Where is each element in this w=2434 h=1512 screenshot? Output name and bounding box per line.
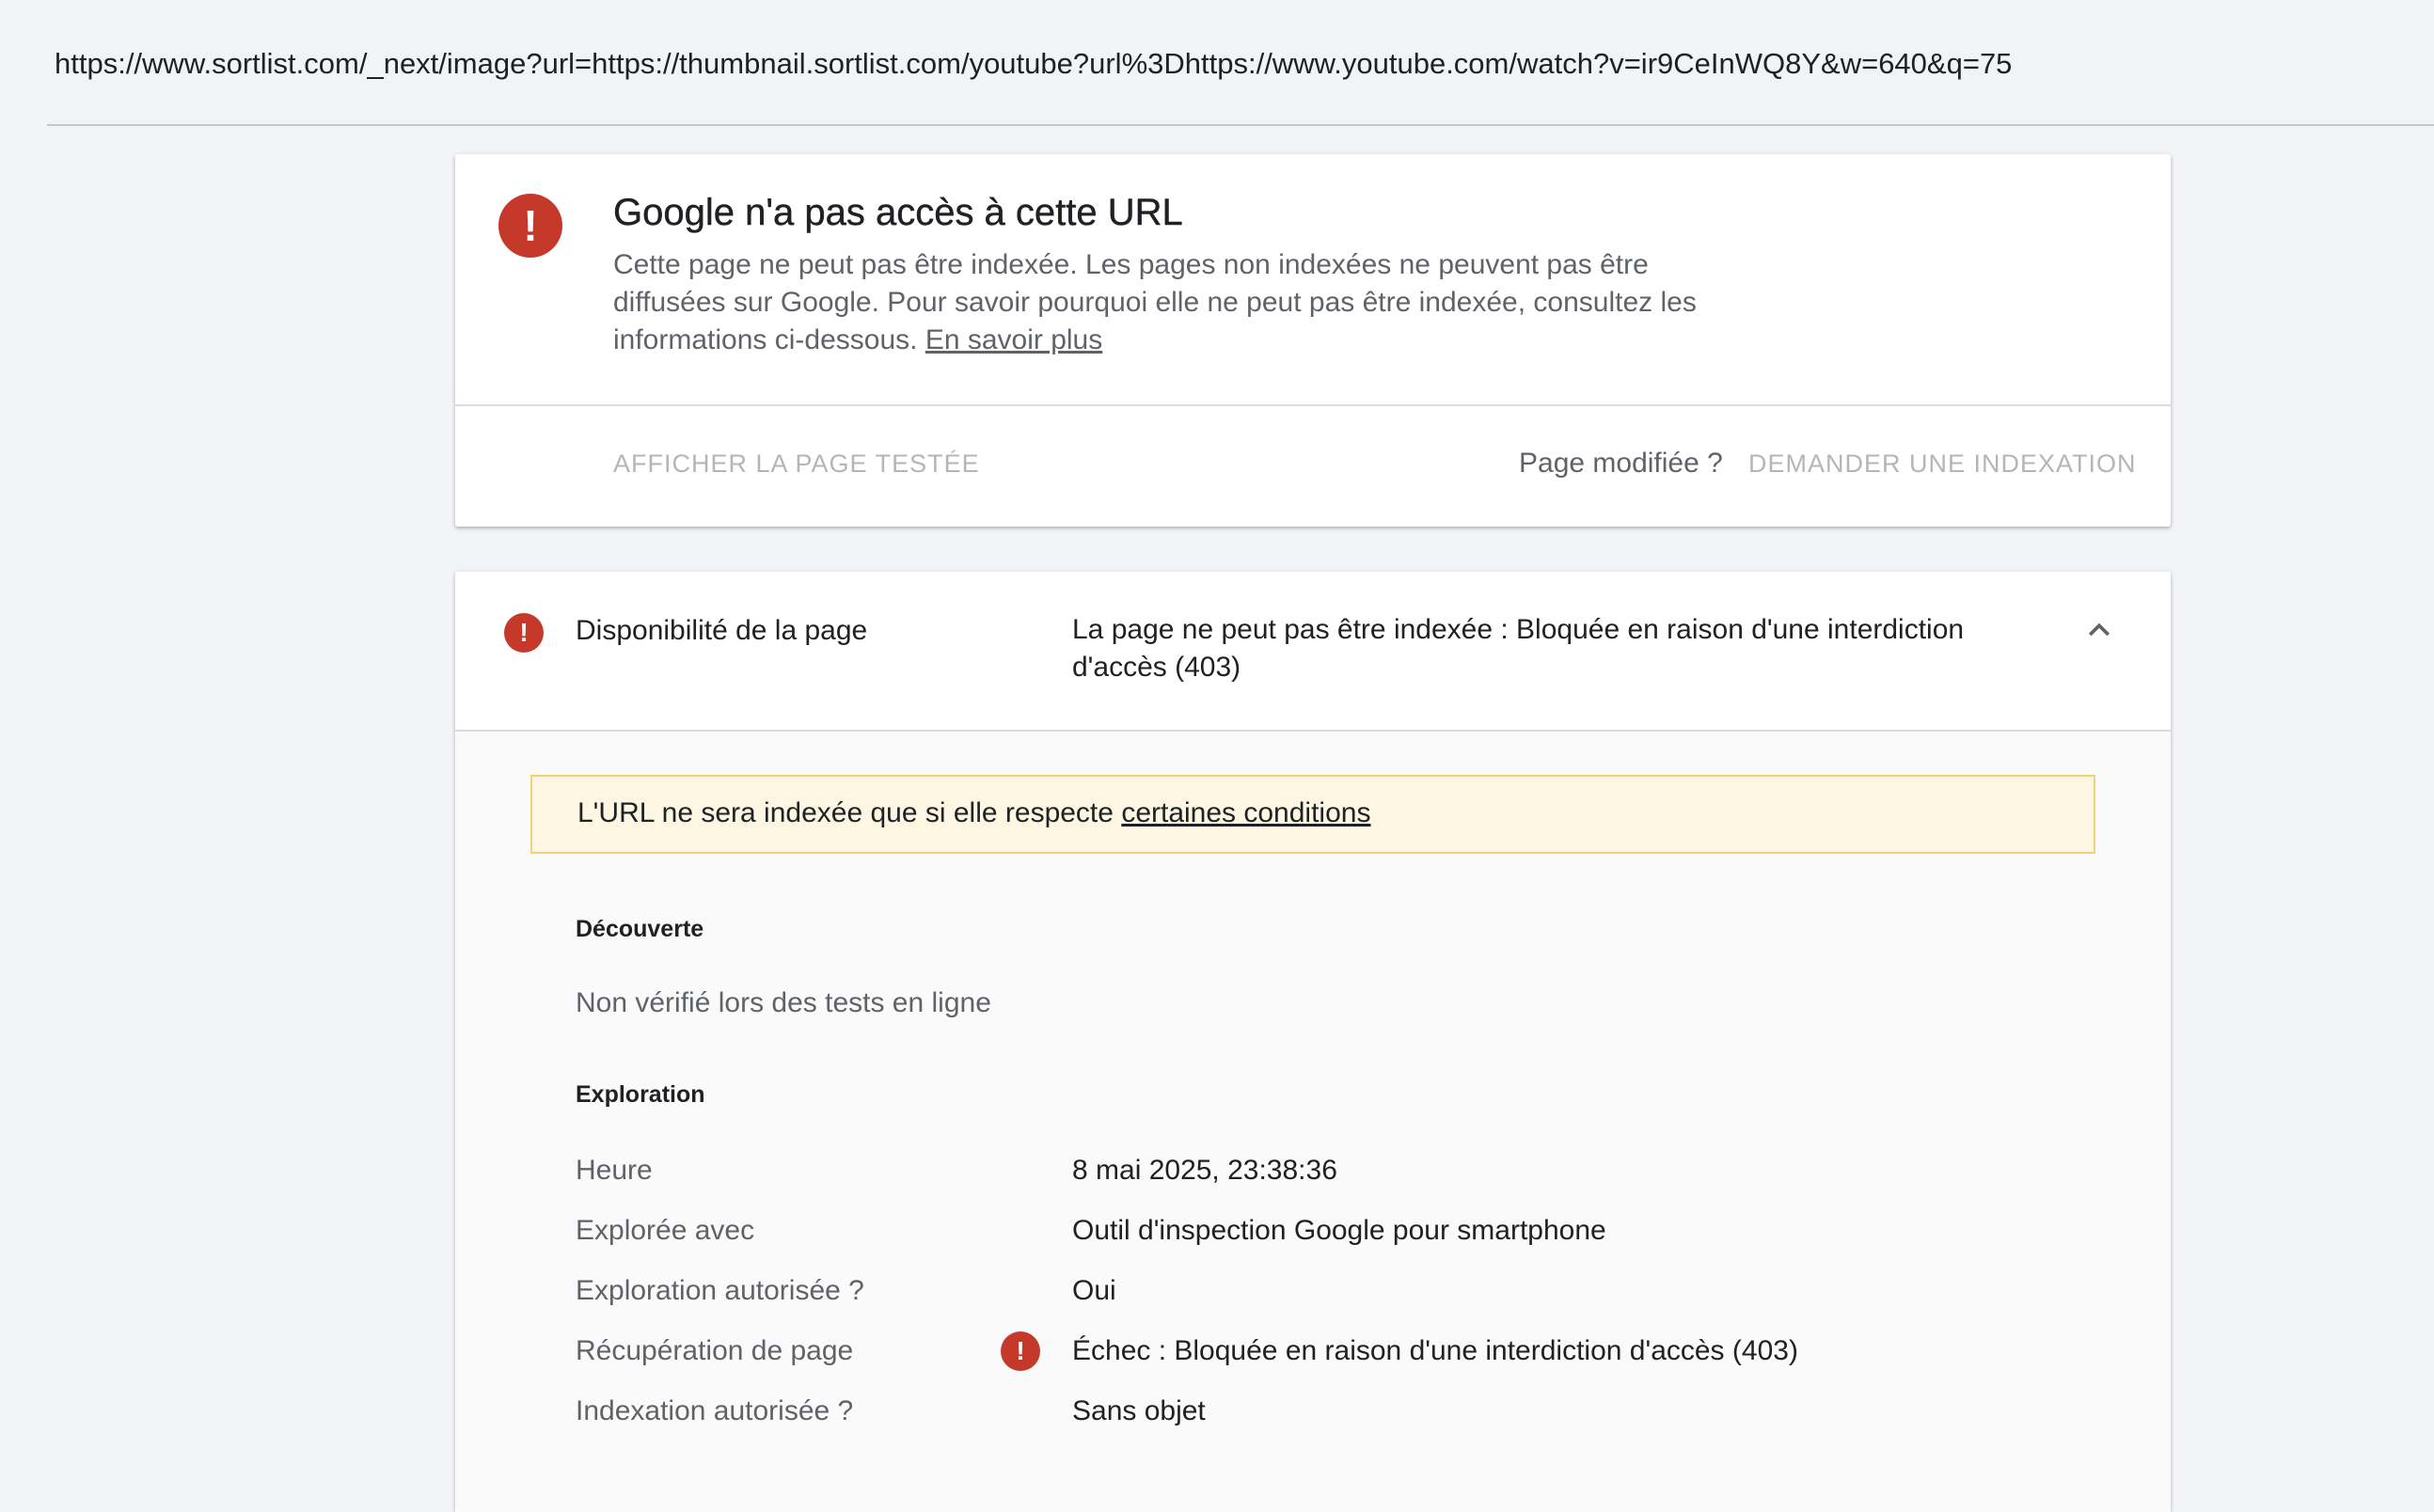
- status-title: Google n'a pas accès à cette URL: [613, 192, 1183, 233]
- status-description-text: Cette page ne peut pas être indexée. Les…: [613, 249, 1697, 355]
- inspected-url[interactable]: https://www.sortlist.com/_next/image?url…: [55, 47, 2012, 81]
- error-icon: !: [498, 194, 562, 258]
- chevron-up-icon[interactable]: [2078, 609, 2120, 651]
- learn-more-link[interactable]: En savoir plus: [925, 324, 1102, 355]
- crawl-row-key: Explorée avec: [576, 1215, 755, 1246]
- page-modified-label: Page modifiée ?: [1519, 448, 1723, 479]
- crawl-row-value: Échec : Bloquée en raison d'une interdic…: [1072, 1335, 1798, 1366]
- crawl-row-value: Outil d'inspection Google pour smartphon…: [1072, 1215, 1606, 1246]
- crawl-row-key: Récupération de page: [576, 1335, 854, 1366]
- crawl-row-value: Oui: [1072, 1275, 1116, 1306]
- indexing-notice: L'URL ne sera indexée que si elle respec…: [530, 775, 2095, 854]
- card-divider: [455, 404, 2171, 406]
- details-divider: [455, 730, 2171, 732]
- crawl-row-value: Sans objet: [1072, 1395, 1206, 1426]
- notice-text: L'URL ne sera indexée que si elle respec…: [577, 797, 1370, 829]
- notice-message: L'URL ne sera indexée que si elle respec…: [577, 797, 1114, 828]
- availability-label: Disponibilité de la page: [576, 615, 868, 646]
- conditions-link[interactable]: certaines conditions: [1121, 797, 1370, 828]
- crawl-row-key: Indexation autorisée ?: [576, 1395, 854, 1426]
- crawl-heading: Exploration: [576, 1081, 705, 1108]
- crawl-row-key: Exploration autorisée ?: [576, 1275, 864, 1306]
- status-card: ! Google n'a pas accès à cette URL Cette…: [455, 154, 2171, 527]
- availability-card: ! Disponibilité de la page La page ne pe…: [455, 572, 2171, 1512]
- availability-value: La page ne peut pas être indexée : Bloqu…: [1072, 614, 1965, 683]
- url-header: https://www.sortlist.com/_next/image?url…: [47, 0, 2434, 126]
- error-icon: !: [1001, 1331, 1040, 1371]
- crawl-row-value: 8 mai 2025, 23:38:36: [1072, 1155, 1337, 1186]
- availability-details: L'URL ne sera indexée que si elle respec…: [455, 730, 2171, 1512]
- request-indexing-button[interactable]: DEMANDER UNE INDEXATION: [1748, 449, 2137, 479]
- discovery-heading: Découverte: [576, 916, 704, 942]
- discovery-text: Non vérifié lors des tests en ligne: [576, 987, 991, 1018]
- crawl-row-key: Heure: [576, 1155, 653, 1186]
- error-icon: !: [504, 613, 544, 653]
- status-description: Cette page ne peut pas être indexée. Les…: [613, 246, 1742, 359]
- view-tested-page-button[interactable]: AFFICHER LA PAGE TESTÉE: [613, 449, 980, 479]
